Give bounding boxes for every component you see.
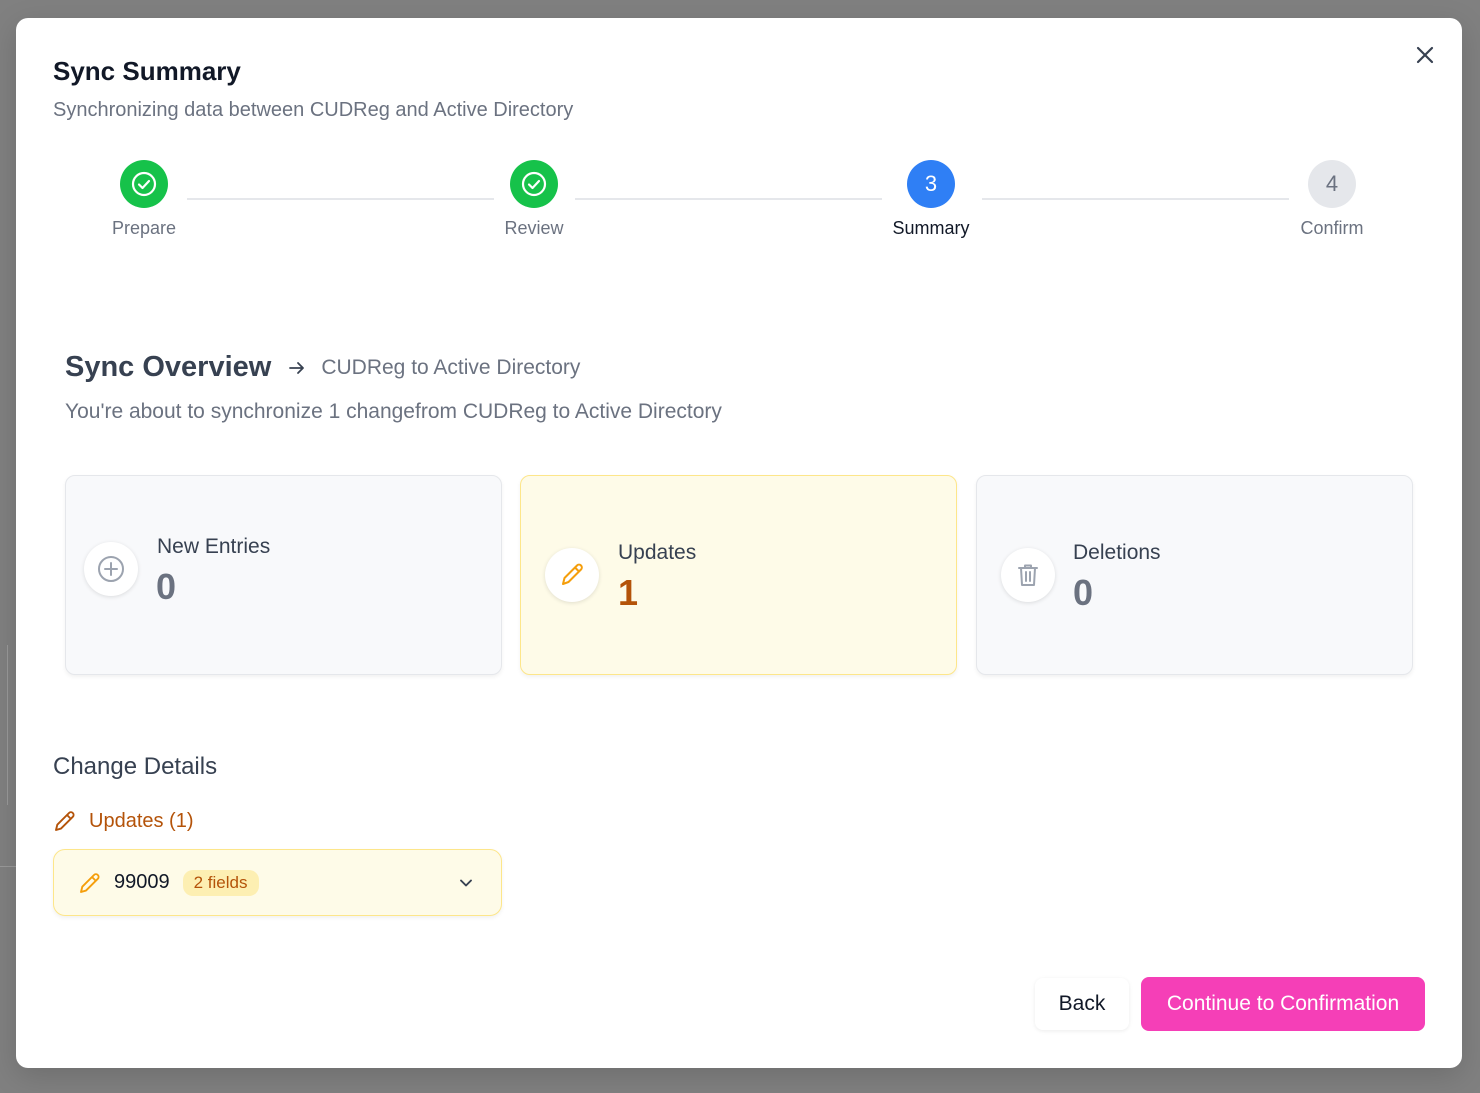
step-label: Prepare [111, 218, 177, 238]
card-value: 1 [618, 572, 639, 613]
step-connector [575, 198, 882, 200]
overview-header: Sync Overview CUDReg to Active Directory [65, 351, 580, 384]
updates-section-label: Updates (1) [89, 809, 194, 832]
card-label: Updates [618, 541, 697, 564]
new-entries-card: New Entries 0 [65, 475, 502, 675]
chevron-down-icon[interactable] [457, 874, 475, 897]
close-icon [1416, 46, 1434, 64]
plus-circle-icon [84, 542, 138, 596]
trash-icon [1001, 548, 1055, 602]
card-label: Deletions [1073, 541, 1161, 564]
arrow-right-icon [287, 358, 307, 378]
step-number: 4 [1308, 160, 1356, 208]
backdrop-edge [0, 645, 8, 805]
backdrop-line [0, 866, 16, 867]
update-item[interactable]: 99009 2 fields [53, 849, 502, 916]
updates-card: Updates 1 [520, 475, 957, 675]
step-label: Confirm [1300, 218, 1364, 238]
overview-title: Sync Overview [65, 351, 272, 383]
fields-count-badge: 2 fields [182, 869, 259, 896]
step-label: Summary [892, 218, 970, 238]
updates-section-header: Updates (1) [53, 809, 194, 833]
card-label: New Entries [157, 535, 271, 558]
step-connector [187, 198, 494, 200]
step-confirm[interactable]: 4 Confirm [1272, 160, 1392, 239]
back-button[interactable]: Back [1035, 978, 1129, 1030]
dialog-subtitle: Synchronizing data between CUDReg and Ac… [53, 99, 574, 121]
step-done-circle [120, 160, 168, 208]
card-value: 0 [156, 566, 177, 607]
step-number: 3 [907, 160, 955, 208]
overview-description: You're about to synchronize 1 changefrom… [65, 400, 722, 423]
sync-direction: CUDReg to Active Directory [321, 355, 581, 379]
sync-summary-dialog: Sync Summary Synchronizing data between … [16, 18, 1462, 1068]
check-circle-icon [521, 171, 547, 197]
step-review[interactable]: Review [474, 160, 594, 239]
step-done-circle [510, 160, 558, 208]
deletions-card: Deletions 0 [976, 475, 1413, 675]
change-details-title: Change Details [53, 753, 218, 780]
continue-to-confirmation-button[interactable]: Continue to Confirmation [1141, 977, 1425, 1031]
step-label: Review [504, 218, 564, 238]
step-connector [982, 198, 1289, 200]
step-prepare[interactable]: Prepare [84, 160, 204, 239]
stepper: Prepare Review 3 Summary 4 Confirm [16, 160, 1462, 250]
card-value: 0 [1073, 572, 1094, 613]
check-circle-icon [131, 171, 157, 197]
pencil-icon [55, 811, 75, 831]
dialog-title: Sync Summary [53, 56, 241, 86]
update-item-id: 99009 [114, 871, 170, 893]
pencil-icon [80, 872, 100, 893]
close-button[interactable] [1414, 44, 1436, 66]
step-summary[interactable]: 3 Summary [871, 160, 991, 239]
pencil-icon [545, 548, 599, 602]
